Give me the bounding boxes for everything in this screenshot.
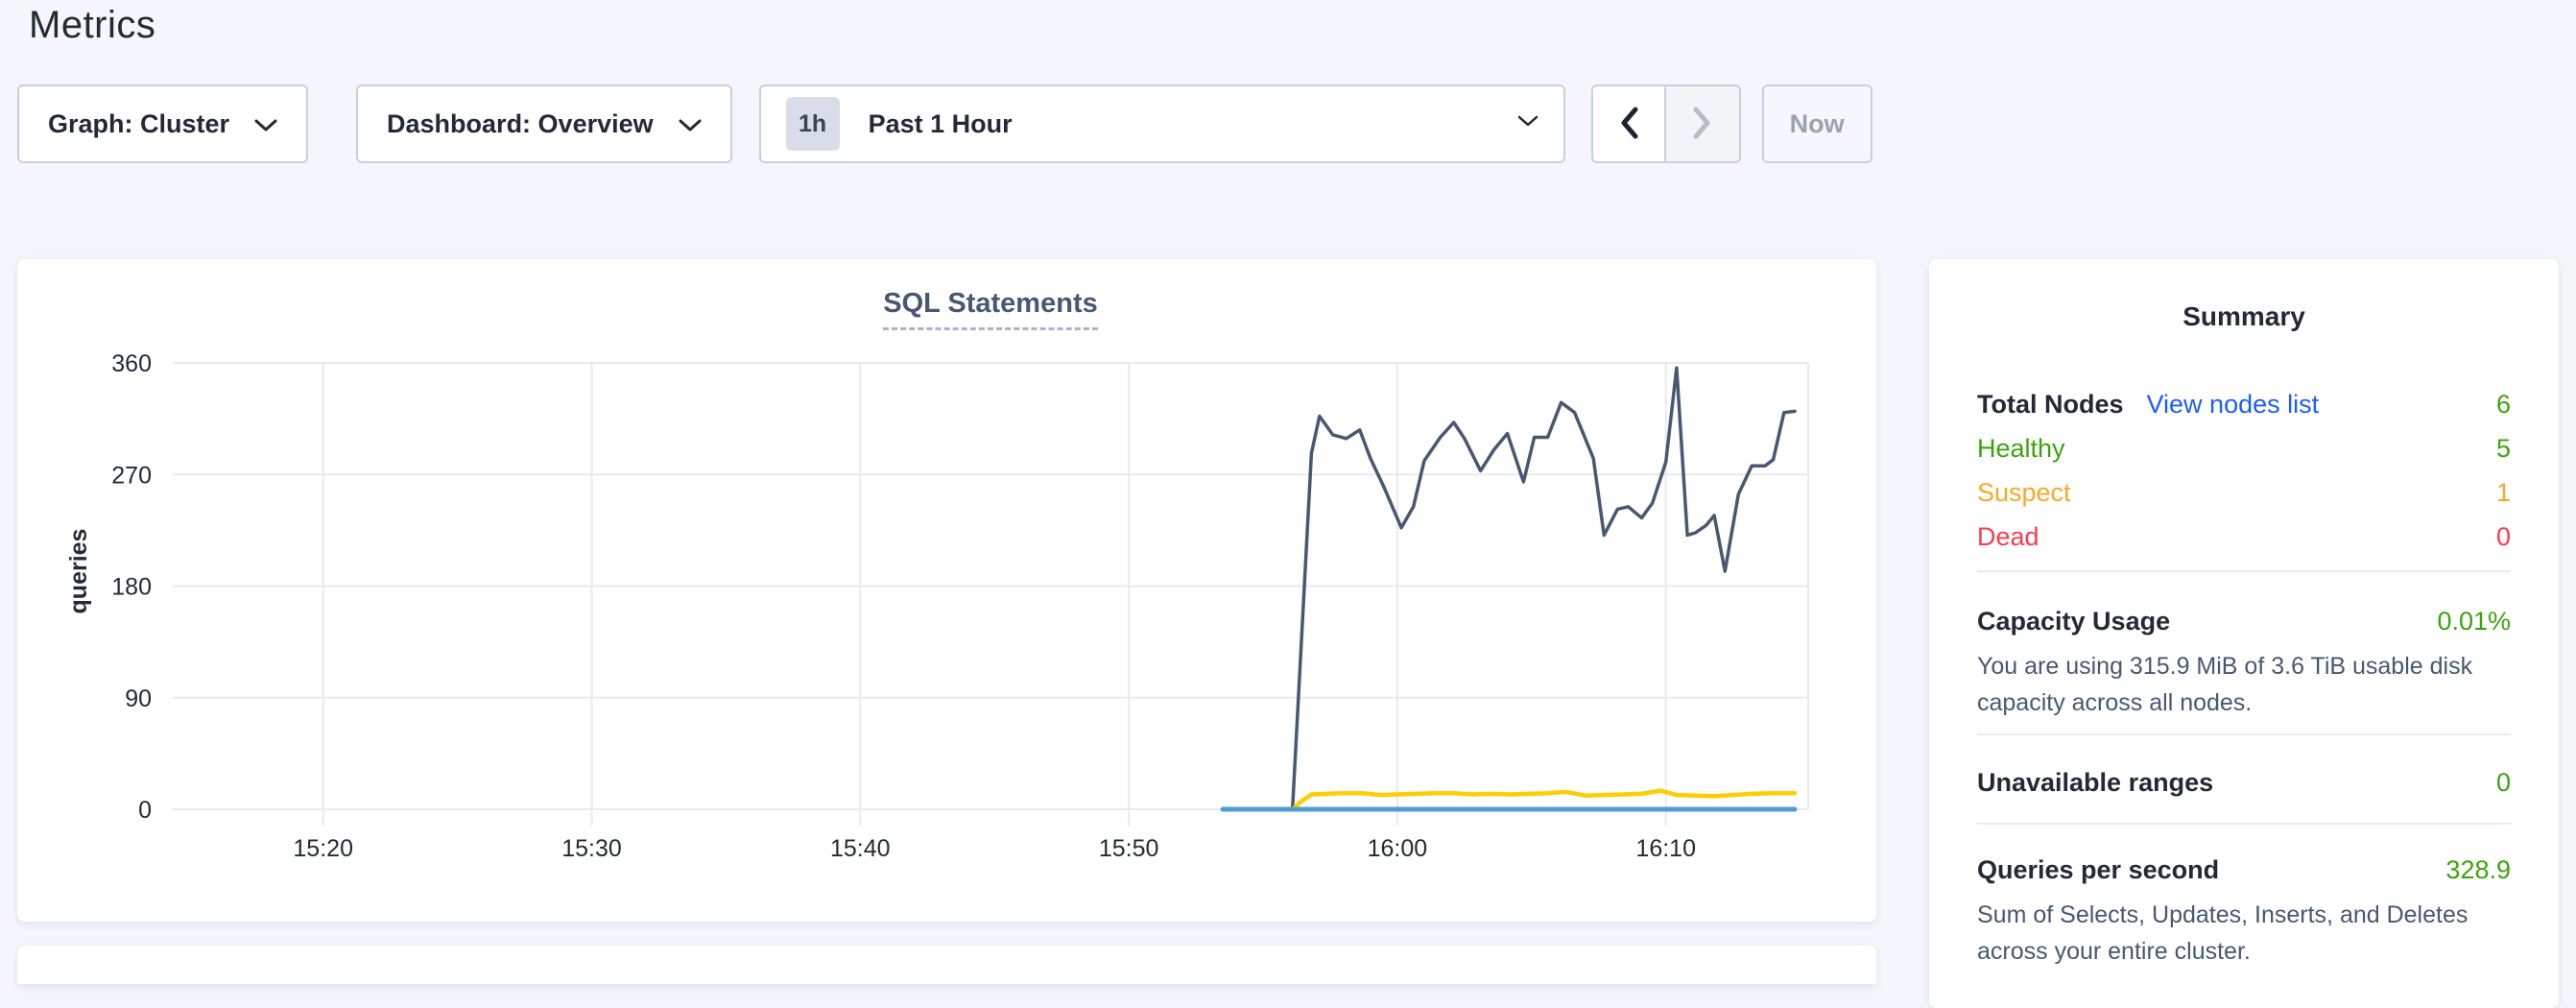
svg-text:16:00: 16:00 bbox=[1368, 835, 1428, 862]
capacity-usage-label: Capacity Usage bbox=[1977, 607, 2170, 636]
dead-nodes-label: Dead bbox=[1977, 522, 2039, 552]
svg-text:16:10: 16:10 bbox=[1635, 835, 1696, 862]
now-button[interactable]: Now bbox=[1762, 84, 1872, 163]
capacity-usage-header: Capacity Usage 0.01% bbox=[1977, 607, 2511, 636]
prev-time-button[interactable] bbox=[1591, 84, 1666, 163]
summary-title: Summary bbox=[1977, 301, 2511, 332]
healthy-nodes-value: 5 bbox=[2496, 434, 2511, 464]
summary-sidebar-inner: Summary Total Nodes View nodes list 6 He… bbox=[1929, 301, 2559, 970]
dead-nodes-value: 0 bbox=[2496, 522, 2511, 552]
time-range-badge: 1h bbox=[786, 97, 840, 151]
dashboard-dropdown[interactable]: Dashboard: Overview bbox=[356, 84, 732, 163]
svg-text:15:20: 15:20 bbox=[293, 835, 353, 862]
queries-per-second-label: Queries per second bbox=[1977, 855, 2219, 885]
total-nodes-row: Total Nodes View nodes list 6 bbox=[1977, 382, 2511, 426]
svg-text:15:30: 15:30 bbox=[561, 835, 622, 862]
capacity-usage-section: Capacity Usage 0.01% You are using 315.9… bbox=[1977, 572, 2511, 721]
svg-text:270: 270 bbox=[111, 462, 152, 489]
queries-per-second-description: Sum of Selects, Updates, Inserts, and De… bbox=[1977, 897, 2511, 970]
suspect-nodes-label: Suspect bbox=[1977, 478, 2071, 508]
unavailable-ranges-section: Unavailable ranges 0 bbox=[1977, 735, 2511, 798]
unavailable-ranges-value: 0 bbox=[2496, 768, 2511, 798]
queries-per-second-value: 328.9 bbox=[2445, 855, 2511, 885]
graph-dropdown-label: Graph: Cluster bbox=[48, 109, 229, 139]
suspect-nodes-row: Suspect 1 bbox=[1977, 470, 2511, 515]
svg-text:queries: queries bbox=[65, 529, 92, 614]
next-time-button[interactable] bbox=[1666, 84, 1741, 163]
svg-text:180: 180 bbox=[111, 574, 152, 601]
chevron-left-icon bbox=[1618, 106, 1639, 143]
unavailable-ranges-header: Unavailable ranges 0 bbox=[1977, 768, 2511, 798]
nodes-status-block: Total Nodes View nodes list 6 Healthy 5 … bbox=[1977, 382, 2511, 559]
time-range-dropdown[interactable]: 1h Past 1 Hour bbox=[759, 84, 1565, 163]
healthy-nodes-row: Healthy 5 bbox=[1977, 426, 2511, 470]
graph-dropdown[interactable]: Graph: Cluster bbox=[17, 84, 308, 163]
svg-text:360: 360 bbox=[111, 350, 152, 377]
svg-text:15:50: 15:50 bbox=[1099, 835, 1159, 862]
suspect-nodes-value: 1 bbox=[2496, 478, 2511, 508]
view-nodes-list-link[interactable]: View nodes list bbox=[2147, 390, 2320, 420]
dashboard-dropdown-label: Dashboard: Overview bbox=[387, 109, 654, 139]
metrics-page: { "page": { "title": "Metrics", "backgro… bbox=[0, 0, 2576, 950]
capacity-usage-value: 0.01% bbox=[2437, 607, 2511, 636]
svg-text:90: 90 bbox=[125, 685, 152, 712]
time-range-label: Past 1 Hour bbox=[869, 109, 1013, 139]
capacity-usage-description: You are using 315.9 MiB of 3.6 TiB usabl… bbox=[1977, 648, 2511, 721]
dead-nodes-row: Dead 0 bbox=[1977, 515, 2511, 559]
metrics-page-root: Metrics Graph: Cluster Dashboard: Overvi… bbox=[0, 0, 2576, 950]
time-pager bbox=[1591, 84, 1741, 163]
unavailable-ranges-label: Unavailable ranges bbox=[1977, 768, 2213, 798]
page-title: Metrics bbox=[29, 4, 155, 47]
controls-row: Graph: Cluster Dashboard: Overview 1h Pa… bbox=[17, 84, 1872, 163]
chevron-down-icon bbox=[254, 109, 277, 139]
total-nodes-label: Total Nodes bbox=[1977, 390, 2124, 420]
healthy-nodes-label: Healthy bbox=[1977, 434, 2065, 464]
chevron-right-icon bbox=[1692, 106, 1713, 143]
sql-statements-chart-panel: SQL Statements 09018027036015:2015:3015:… bbox=[17, 259, 1876, 922]
total-nodes-value: 6 bbox=[2496, 390, 2511, 420]
queries-per-second-section: Queries per second 328.9 Sum of Selects,… bbox=[1977, 825, 2511, 970]
svg-text:0: 0 bbox=[138, 797, 152, 824]
queries-per-second-header: Queries per second 328.9 bbox=[1977, 855, 2511, 885]
chevron-down-icon bbox=[1517, 115, 1538, 132]
next-chart-panel bbox=[17, 946, 1876, 984]
chevron-down-icon bbox=[679, 109, 702, 139]
svg-text:15:40: 15:40 bbox=[830, 835, 891, 862]
sql-statements-chart: 0 90 180 270 360 15:20 15:30 15:40 15:50 16:00 16:… bbox=[17, 259, 1876, 922]
summary-sidebar: Summary Total Nodes View nodes list 6 He… bbox=[1929, 259, 2559, 1008]
